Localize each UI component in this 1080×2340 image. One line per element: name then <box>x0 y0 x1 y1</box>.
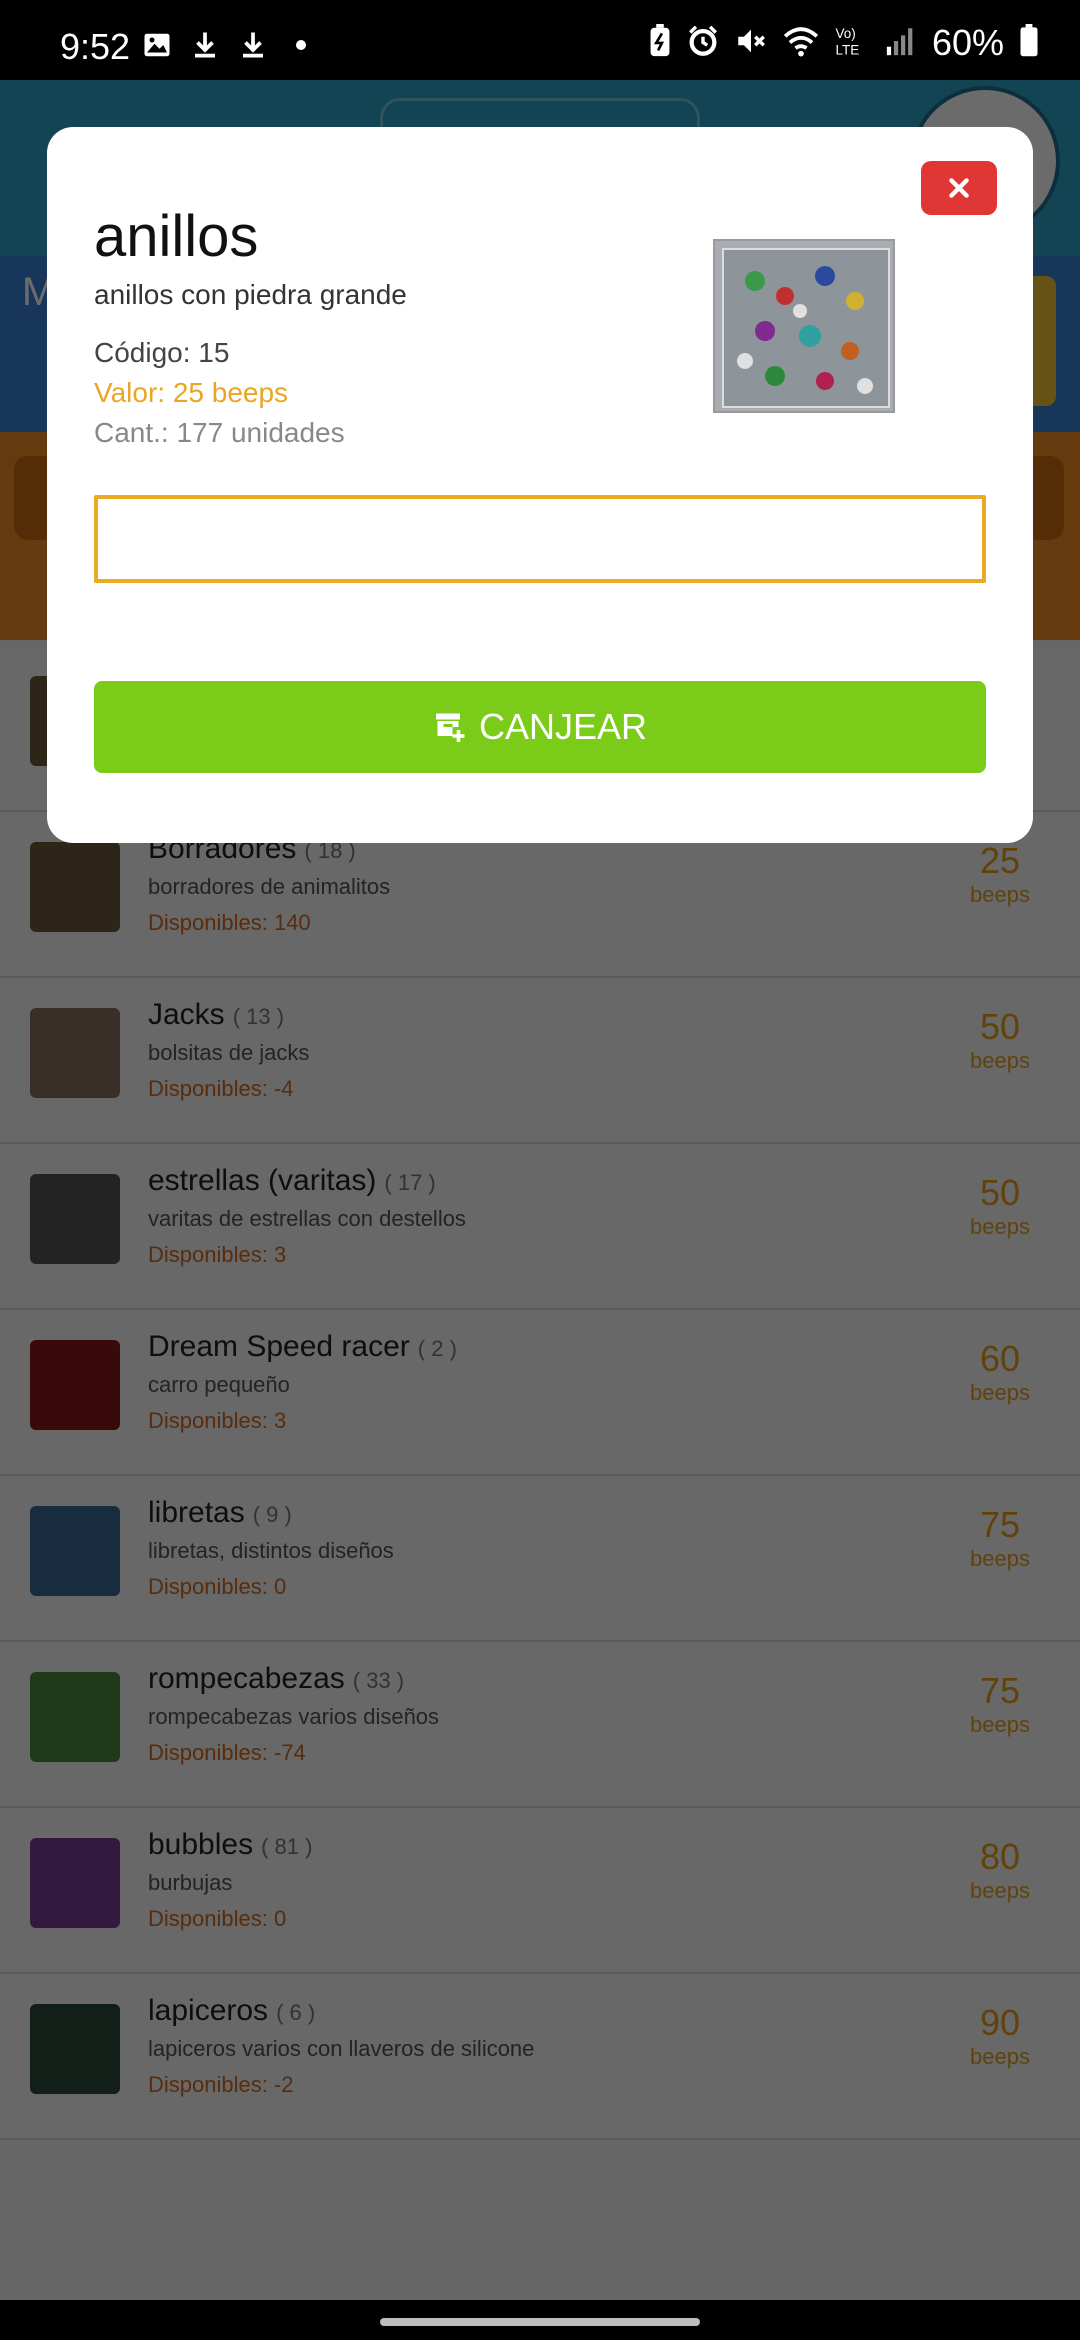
close-icon <box>949 178 969 198</box>
notification-icons <box>140 28 318 62</box>
alarm-icon <box>686 24 720 63</box>
status-bar: 9:52 Vo) LTE 60% <box>0 0 1080 80</box>
system-icons: Vo) LTE 60% <box>648 22 1040 64</box>
mute-icon <box>734 24 768 63</box>
redeem-button[interactable]: CANJEAR <box>94 681 986 773</box>
product-modal: anillos anillos con piedra grande Código… <box>47 127 1033 843</box>
dot-icon <box>284 28 318 62</box>
status-time: 9:52 <box>60 26 131 67</box>
svg-text:Vo): Vo) <box>835 26 855 41</box>
battery-saver-icon <box>648 23 672 63</box>
svg-text:LTE: LTE <box>835 42 859 57</box>
redeem-label: CANJEAR <box>478 706 648 747</box>
volte-icon: Vo) LTE <box>834 24 870 63</box>
product-code: Código: 15 <box>94 337 230 368</box>
download-icon <box>236 28 270 62</box>
signal-icon <box>884 24 918 63</box>
product-value: Valor: 25 beeps <box>94 377 289 408</box>
navigation-bar <box>0 2300 1080 2340</box>
download-icon <box>188 28 222 62</box>
product-image <box>713 239 895 413</box>
redeem-icon <box>435 713 465 742</box>
image-icon <box>140 28 174 62</box>
battery-percentage: 60% <box>931 22 1004 63</box>
modal-title: anillos <box>94 204 259 269</box>
redeem-input[interactable] <box>94 495 986 583</box>
modal-subtitle: anillos con piedra grande <box>94 279 407 310</box>
product-quantity: Cant.: 177 unidades <box>94 417 345 448</box>
home-indicator[interactable] <box>380 2318 700 2326</box>
close-button[interactable] <box>921 161 997 215</box>
battery-icon <box>1018 23 1040 63</box>
wifi-icon <box>782 24 820 63</box>
